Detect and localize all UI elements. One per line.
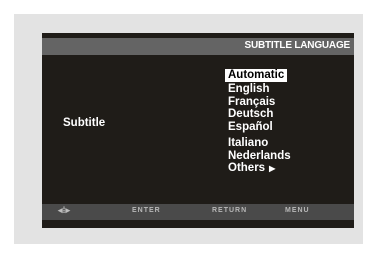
menu-title: SUBTITLE LANGUAGE bbox=[244, 40, 351, 51]
option-others[interactable]: Others ▶ bbox=[228, 162, 291, 176]
enter-hint: ENTER bbox=[132, 207, 161, 214]
menu-hint: MENU bbox=[285, 207, 310, 214]
option-espanol[interactable]: Español bbox=[228, 121, 291, 134]
option-italiano[interactable]: Italiano bbox=[228, 137, 291, 150]
option-nederlands[interactable]: Nederlands bbox=[228, 150, 291, 163]
option-francais[interactable]: Français bbox=[228, 96, 291, 109]
directional-pad-icon: ◂⁞▸ bbox=[58, 205, 71, 215]
button-hint-bar: ◂⁞▸ ENTER RETURN MENU bbox=[42, 204, 354, 220]
return-hint: RETURN bbox=[212, 207, 248, 214]
osd-menu: SUBTITLE LANGUAGE Subtitle Automatic Eng… bbox=[42, 33, 354, 228]
chevron-right-icon: ▶ bbox=[269, 164, 276, 174]
language-option-list: Automatic English Français Deutsch Españ… bbox=[225, 65, 291, 176]
menu-header: SUBTITLE LANGUAGE bbox=[42, 38, 354, 55]
option-english[interactable]: English bbox=[228, 83, 291, 96]
option-automatic[interactable]: Automatic bbox=[225, 65, 291, 83]
option-deutsch[interactable]: Deutsch bbox=[228, 108, 291, 121]
setting-label: Subtitle bbox=[63, 117, 106, 129]
